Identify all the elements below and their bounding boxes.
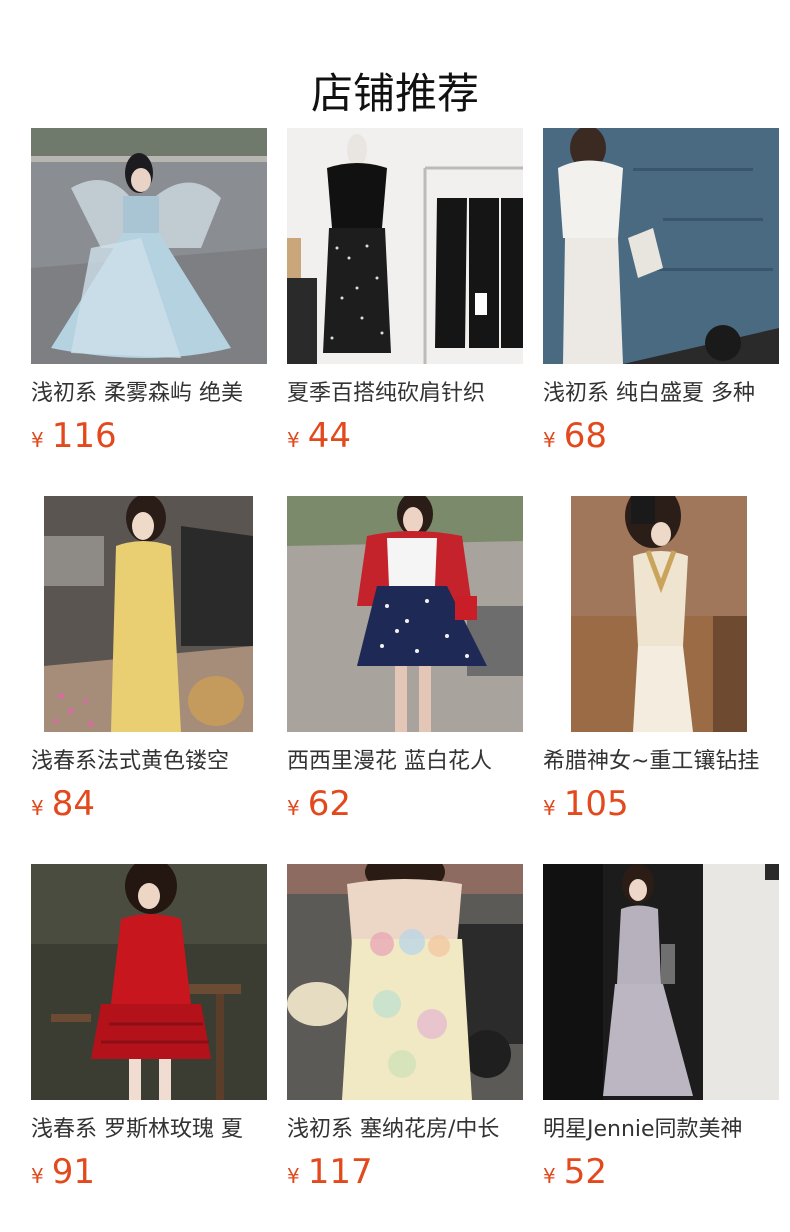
currency-symbol: ¥ [287, 428, 300, 452]
photo-woman-red-cardigan-polka-skirt-icon [287, 496, 523, 732]
product-image[interactable] [31, 128, 267, 364]
price-amount: 116 [51, 416, 117, 456]
price-amount: 91 [51, 1152, 95, 1192]
product-price: ¥91 [31, 1152, 95, 1192]
currency-symbol: ¥ [31, 1164, 44, 1188]
photo-black-top-polka-skirt-rack-icon [287, 128, 523, 364]
product-price: ¥117 [287, 1152, 373, 1192]
currency-symbol: ¥ [287, 796, 300, 820]
product-card[interactable]: 浅春系法式黄色镂空 ¥84 [31, 496, 267, 836]
product-price: ¥116 [31, 416, 117, 456]
page-title: 店铺推荐 [310, 69, 479, 119]
product-card[interactable]: 西西里漫花 蓝白花人 ¥62 [287, 496, 523, 836]
product-name[interactable]: 浅初系 柔雾森屿 绝美 [31, 378, 267, 410]
product-price: ¥105 [543, 784, 629, 824]
price-amount: 68 [563, 416, 607, 456]
product-name[interactable]: 明星Jennie同款美神 [543, 1114, 779, 1146]
price-amount: 52 [563, 1152, 607, 1192]
product-name[interactable]: 浅春系 罗斯林玫瑰 夏 [31, 1114, 267, 1146]
price-amount: 105 [563, 784, 629, 824]
product-price: ¥68 [543, 416, 607, 456]
photo-woman-floral-slip-dress-icon [287, 864, 523, 1100]
product-name[interactable]: 浅初系 纯白盛夏 多种 [543, 378, 779, 410]
product-name[interactable]: 夏季百搭纯砍肩针织 [287, 378, 523, 410]
product-image[interactable] [287, 128, 523, 364]
product-card[interactable]: 浅初系 纯白盛夏 多种 ¥68 [543, 128, 779, 468]
product-card[interactable]: 夏季百搭纯砍肩针织 ¥44 [287, 128, 523, 468]
price-amount: 44 [307, 416, 351, 456]
product-image[interactable] [287, 496, 523, 732]
product-card[interactable]: 浅春系 罗斯林玫瑰 夏 ¥91 [31, 864, 267, 1204]
product-image[interactable] [543, 496, 779, 732]
product-name[interactable]: 浅春系法式黄色镂空 [31, 746, 267, 778]
photo-woman-cream-halter-dress-icon [543, 496, 779, 732]
product-image[interactable] [31, 864, 267, 1100]
price-amount: 62 [307, 784, 351, 824]
currency-symbol: ¥ [543, 428, 556, 452]
product-image[interactable] [543, 864, 779, 1100]
product-image[interactable] [31, 496, 267, 732]
product-price: ¥84 [31, 784, 95, 824]
currency-symbol: ¥ [543, 1164, 556, 1188]
product-name[interactable]: 希腊神女~重工镶钻挂 [543, 746, 779, 778]
price-amount: 117 [307, 1152, 373, 1192]
price-amount: 84 [51, 784, 95, 824]
product-card[interactable]: 明星Jennie同款美神 ¥52 [543, 864, 779, 1204]
product-price: ¥52 [543, 1152, 607, 1192]
product-name[interactable]: 浅初系 塞纳花房/中长 [287, 1114, 523, 1146]
photo-woman-yellow-dress-icon [31, 496, 267, 732]
currency-symbol: ¥ [31, 796, 44, 820]
product-card[interactable]: 浅初系 柔雾森屿 绝美 ¥116 [31, 128, 267, 468]
product-price: ¥44 [287, 416, 351, 456]
photo-woman-light-blue-gown-icon [31, 128, 267, 364]
product-image[interactable] [543, 128, 779, 364]
currency-symbol: ¥ [287, 1164, 300, 1188]
currency-symbol: ¥ [543, 796, 556, 820]
product-card[interactable]: 希腊神女~重工镶钻挂 ¥105 [543, 496, 779, 836]
product-image[interactable] [287, 864, 523, 1100]
photo-woman-white-outfit-by-lake-icon [543, 128, 779, 364]
currency-symbol: ¥ [31, 428, 44, 452]
photo-woman-grey-knit-set-icon [543, 864, 779, 1100]
photo-woman-red-ruffle-dress-icon [31, 864, 267, 1100]
product-card[interactable]: 浅初系 塞纳花房/中长 ¥117 [287, 864, 523, 1204]
product-name[interactable]: 西西里漫花 蓝白花人 [287, 746, 523, 778]
product-price: ¥62 [287, 784, 351, 824]
